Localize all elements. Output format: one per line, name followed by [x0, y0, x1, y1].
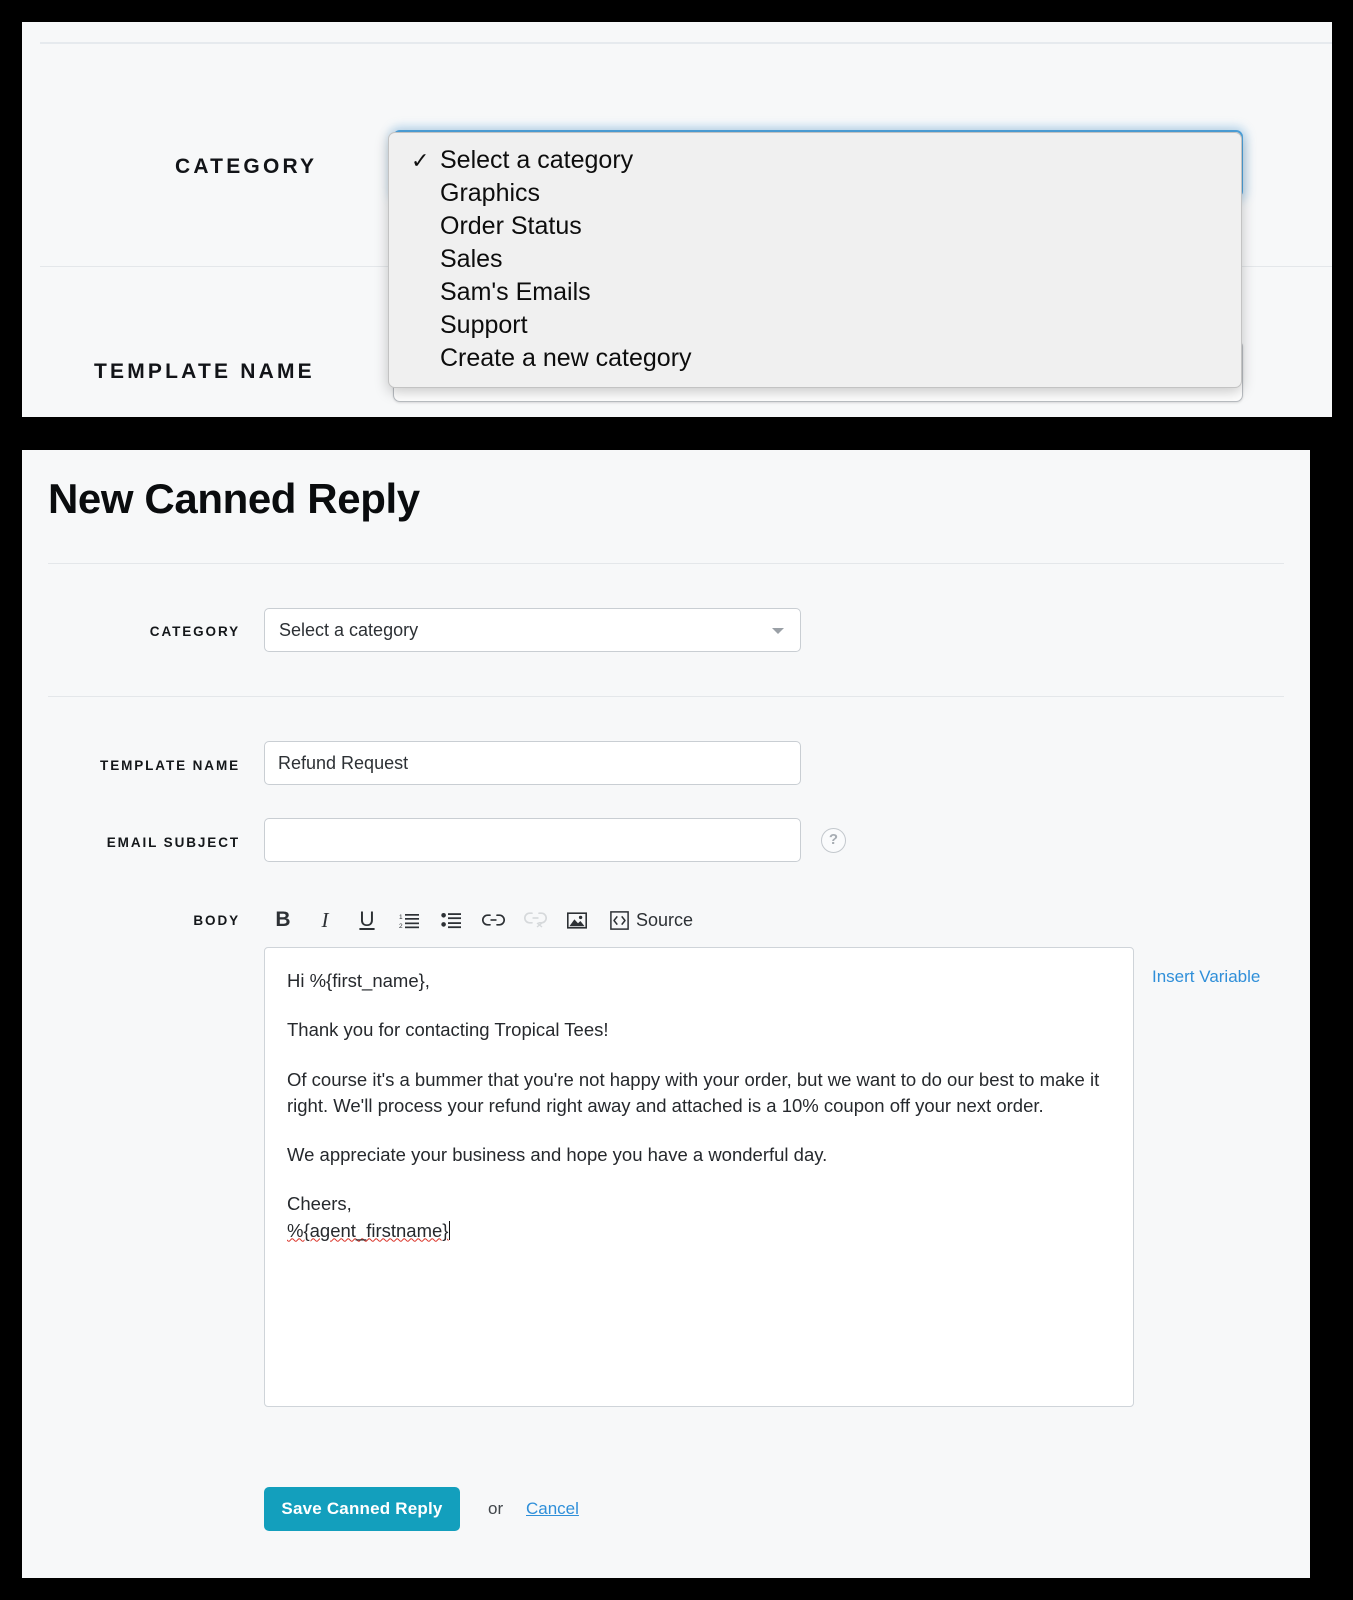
- bulleted-list-icon[interactable]: [432, 903, 470, 937]
- dropdown-option-support[interactable]: Support: [389, 309, 1241, 342]
- new-canned-reply-form-panel: New Canned Reply CATEGORY Select a categ…: [22, 450, 1310, 1578]
- email-subject-label: EMAIL SUBJECT: [106, 835, 240, 850]
- body-paragraph: Hi %{first_name},: [287, 970, 430, 991]
- dropdown-option-label: Graphics: [440, 179, 541, 207]
- category-label: CATEGORY: [149, 624, 240, 639]
- dropdown-option-order-status[interactable]: Order Status: [389, 210, 1241, 243]
- italic-icon[interactable]: I: [306, 903, 344, 937]
- source-label: Source: [636, 909, 694, 930]
- divider-under-category: [48, 696, 1284, 697]
- email-subject-input[interactable]: [264, 818, 801, 862]
- bold-icon[interactable]: B: [264, 903, 302, 937]
- svg-text:1: 1: [399, 914, 403, 921]
- help-icon[interactable]: ?: [821, 828, 846, 853]
- body-signoff: Cheers,: [287, 1193, 352, 1215]
- body-paragraph: Thank you for contacting Tropical Tees!: [287, 1019, 609, 1041]
- template-name-input[interactable]: [264, 741, 801, 785]
- chevron-down-icon: [772, 628, 784, 634]
- image-icon[interactable]: [558, 903, 596, 937]
- zoomed-template-name-label: TEMPLATE NAME: [94, 360, 315, 383]
- screenshot-root: CATEGORY TEMPLATE NAME Refund Request ✓ …: [0, 0, 1353, 1600]
- dropdown-option-label: Sam's Emails: [440, 278, 591, 306]
- zoomed-category-panel: CATEGORY TEMPLATE NAME Refund Request ✓ …: [22, 22, 1332, 417]
- dropdown-option-label: Create a new category: [440, 344, 692, 372]
- body-paragraph: Of course it's a bummer that you're not …: [287, 1068, 1100, 1116]
- dropdown-option-sams-emails[interactable]: Sam's Emails: [389, 276, 1241, 309]
- category-dropdown-menu[interactable]: ✓ Select a category Graphics Order Statu…: [388, 132, 1242, 388]
- dropdown-option-sales[interactable]: Sales: [389, 243, 1241, 276]
- category-select[interactable]: Select a category: [264, 608, 801, 652]
- dropdown-option-label: Sales: [440, 245, 503, 273]
- text-caret: [449, 1220, 451, 1240]
- dropdown-option-create-a-new-category[interactable]: Create a new category: [389, 342, 1241, 375]
- body-signature-block: Cheers, %{agent_firstname}: [287, 1191, 1111, 1244]
- cancel-link[interactable]: Cancel: [526, 1499, 579, 1519]
- editor-toolbar: B I U 1 2 Source: [264, 900, 1134, 940]
- dropdown-option-label: Order Status: [440, 212, 582, 240]
- body-paragraph: We appreciate your business and hope you…: [287, 1144, 828, 1166]
- dropdown-option-graphics[interactable]: Graphics: [389, 177, 1241, 210]
- template-name-label: TEMPLATE NAME: [100, 758, 240, 773]
- page-title: New Canned Reply: [48, 475, 420, 522]
- source-icon: [610, 910, 629, 930]
- body-label: BODY: [193, 913, 240, 928]
- divider-top: [40, 42, 1332, 44]
- dropdown-option-label: Support: [440, 311, 528, 339]
- unlink-icon: [516, 903, 554, 937]
- numbered-list-icon[interactable]: 1 2: [390, 903, 428, 937]
- insert-variable-link[interactable]: Insert Variable: [1152, 967, 1260, 987]
- svg-text:2: 2: [399, 923, 403, 929]
- or-label: or: [488, 1499, 504, 1518]
- dropdown-option-select-a-category[interactable]: ✓ Select a category: [389, 144, 1241, 177]
- link-icon[interactable]: [474, 903, 512, 937]
- source-button[interactable]: Source: [610, 910, 693, 931]
- check-icon: ✓: [411, 148, 430, 173]
- save-canned-reply-button[interactable]: Save Canned Reply: [264, 1487, 460, 1531]
- body-rich-text-editor[interactable]: Hi %{first_name}, Thank you for contacti…: [264, 947, 1134, 1407]
- body-signature-variable: %{agent_firstname}: [287, 1219, 449, 1241]
- underline-icon[interactable]: U: [348, 903, 386, 937]
- category-select-value: Select a category: [279, 620, 419, 640]
- zoomed-category-label: CATEGORY: [175, 155, 318, 178]
- divider-under-title: [48, 563, 1284, 564]
- dropdown-option-label: Select a category: [440, 146, 634, 174]
